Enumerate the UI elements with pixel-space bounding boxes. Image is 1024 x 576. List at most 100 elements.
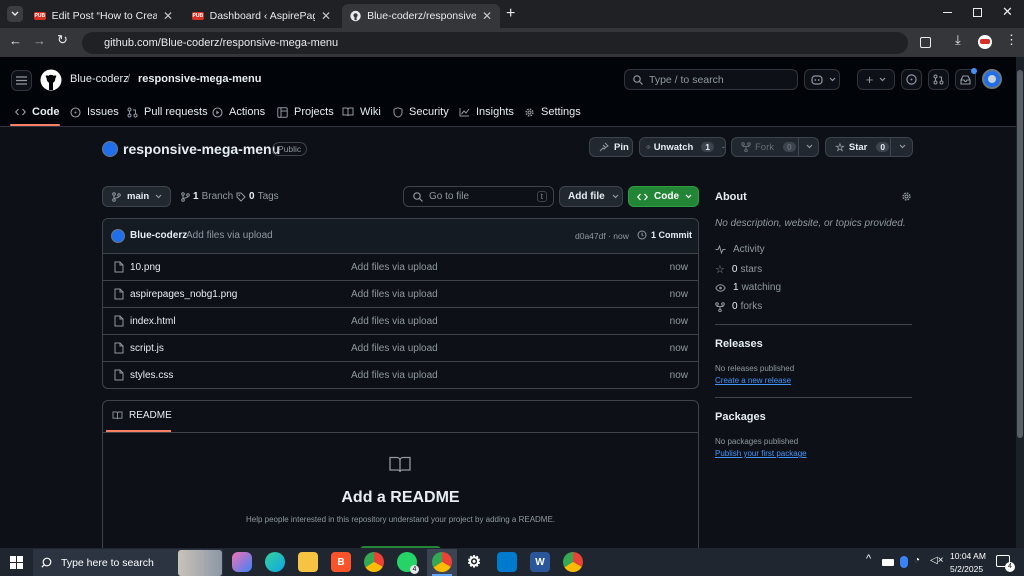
file-row[interactable]: 10.png Add files via upload now [102, 253, 698, 280]
wifi-icon[interactable]: ◔ [914, 555, 920, 566]
copilot-button[interactable] [804, 69, 840, 90]
forks-link[interactable]: 0 forks [715, 301, 762, 312]
close-icon[interactable]: ✕ [482, 9, 492, 23]
word-icon[interactable]: W [530, 552, 550, 572]
commits-link[interactable]: 1 Commit [637, 230, 692, 240]
file-row[interactable]: styles.css Add files via upload now [102, 361, 698, 388]
file-name[interactable]: index.html [130, 316, 176, 327]
battery-icon[interactable] [882, 559, 894, 566]
file-explorer-icon[interactable] [298, 552, 318, 572]
commit-author-avatar[interactable] [111, 229, 125, 243]
profile-avatar[interactable] [978, 35, 992, 49]
branches-link[interactable]: 1 Branch [181, 191, 233, 202]
file-row[interactable]: index.html Add files via upload now [102, 307, 698, 334]
system-tray-chevron-icon[interactable]: ^ [866, 553, 871, 565]
file-commit-message[interactable]: Add files via upload [351, 262, 438, 273]
inbox-button[interactable] [955, 68, 977, 90]
watchers-link[interactable]: 1 watching [715, 282, 781, 293]
settings-gear-icon[interactable]: ⚙ [464, 552, 484, 572]
create-new-button[interactable]: + [857, 69, 895, 90]
tab-wiki[interactable]: Wiki [342, 104, 381, 120]
browser-tab[interactable]: PUB Edit Post “How to Create a Smo ✕ [26, 4, 181, 28]
file-commit-message[interactable]: Add files via upload [351, 289, 438, 300]
tab-search-button[interactable] [7, 6, 23, 22]
file-row[interactable]: script.js Add files via upload now [102, 334, 698, 361]
releases-title[interactable]: Releases [715, 338, 763, 350]
publish-package-link[interactable]: Publish your first package [715, 449, 807, 458]
star-button[interactable]: ☆ Star 0 [825, 137, 913, 157]
extensions-icon[interactable] [920, 37, 931, 48]
commit-author[interactable]: Blue-coderz [130, 230, 187, 241]
brave-icon[interactable]: B [331, 552, 351, 572]
owner-link[interactable]: Blue-coderz [70, 73, 129, 85]
url-input[interactable]: github.com/Blue-coderz/responsive-mega-m… [82, 32, 908, 54]
windows-start-icon[interactable] [10, 556, 23, 569]
tab-security[interactable]: Security [393, 104, 449, 120]
create-release-link[interactable]: Create a new release [715, 376, 791, 385]
reload-button[interactable]: ↻ [57, 32, 68, 48]
go-to-file-input[interactable]: Go to file t [403, 186, 554, 207]
copilot-taskbar-icon[interactable] [232, 552, 252, 572]
tab-insights[interactable]: Insights [459, 104, 514, 120]
stars-link[interactable]: ☆ 0 stars [715, 263, 762, 276]
tab-issues[interactable]: Issues [70, 104, 119, 120]
minimize-button[interactable] [943, 12, 952, 13]
tab-settings[interactable]: Settings [524, 104, 581, 120]
fork-button[interactable]: Fork 0 [731, 137, 819, 157]
pin-button[interactable]: Pin [589, 137, 633, 157]
file-commit-message[interactable]: Add files via upload [351, 316, 438, 327]
commit-hash-time[interactable]: d0a47df · now [575, 231, 629, 241]
vscode-icon[interactable] [497, 552, 517, 572]
github-logo-icon[interactable] [40, 69, 62, 91]
back-button[interactable]: ← [9, 33, 22, 48]
packages-title[interactable]: Packages [715, 411, 766, 423]
clock-date[interactable]: 5/2/2025 [950, 564, 983, 574]
new-tab-button[interactable]: + [506, 5, 515, 23]
file-name[interactable]: script.js [130, 343, 164, 354]
edge-icon[interactable] [265, 552, 285, 572]
close-icon[interactable]: ✕ [163, 9, 173, 23]
file-name[interactable]: 10.png [130, 262, 161, 273]
commit-message[interactable]: Add files via upload [186, 230, 273, 241]
download-icon[interactable]: ⤓ [955, 32, 961, 48]
close-icon[interactable]: ✕ [321, 9, 331, 23]
activity-link[interactable]: Activity [715, 244, 765, 255]
chrome-active-icon[interactable] [432, 552, 452, 572]
file-row[interactable]: aspirepages_nobg1.png Add files via uplo… [102, 280, 698, 307]
browser-tab[interactable]: PUB Dashboard ‹ AspirePages — W ✕ [184, 4, 339, 28]
chrome-icon[interactable] [364, 552, 384, 572]
pull-requests-button[interactable] [928, 69, 949, 90]
tab-actions[interactable]: Actions [212, 104, 265, 120]
add-file-button[interactable]: Add file [559, 186, 623, 207]
search-input[interactable]: Type / to search [624, 69, 798, 90]
maximize-button[interactable] [973, 8, 982, 17]
tags-link[interactable]: 0 Tags [236, 191, 279, 202]
file-commit-message[interactable]: Add files via upload [351, 370, 438, 381]
tab-code[interactable]: Code [15, 104, 60, 120]
readme-tab[interactable]: README [112, 410, 172, 421]
unwatch-button[interactable]: Unwatch 1 [639, 137, 726, 157]
repo-link[interactable]: responsive-mega-menu [138, 73, 261, 85]
repo-title[interactable]: responsive-mega-menu [123, 141, 280, 157]
file-commit-message[interactable]: Add files via upload [351, 343, 438, 354]
volume-icon[interactable]: ◁× [930, 555, 944, 566]
bluetooth-icon[interactable] [900, 556, 908, 568]
file-name[interactable]: aspirepages_nobg1.png [130, 289, 237, 300]
browser-tab-active[interactable]: Blue-coderz/responsive-mega- ✕ [342, 4, 500, 28]
clock-time[interactable]: 10:04 AM [950, 551, 986, 561]
chrome-profile-icon[interactable] [563, 552, 583, 572]
search-icon [413, 191, 423, 202]
branch-selector[interactable]: main [102, 186, 171, 207]
user-avatar[interactable] [982, 69, 1002, 89]
file-name[interactable]: styles.css [130, 370, 173, 381]
scrollbar-thumb[interactable] [1017, 70, 1023, 438]
close-window-button[interactable]: ✕ [1002, 4, 1013, 20]
code-button[interactable]: Code [628, 186, 699, 207]
issues-button[interactable] [901, 69, 922, 90]
forward-button[interactable]: → [33, 33, 46, 48]
tab-pull-requests[interactable]: Pull requests [127, 104, 208, 120]
tab-projects[interactable]: Projects [277, 104, 334, 120]
gear-icon[interactable] [901, 191, 912, 202]
browser-menu-icon[interactable]: ⋮ [1005, 32, 1018, 48]
menu-button[interactable] [11, 70, 32, 91]
